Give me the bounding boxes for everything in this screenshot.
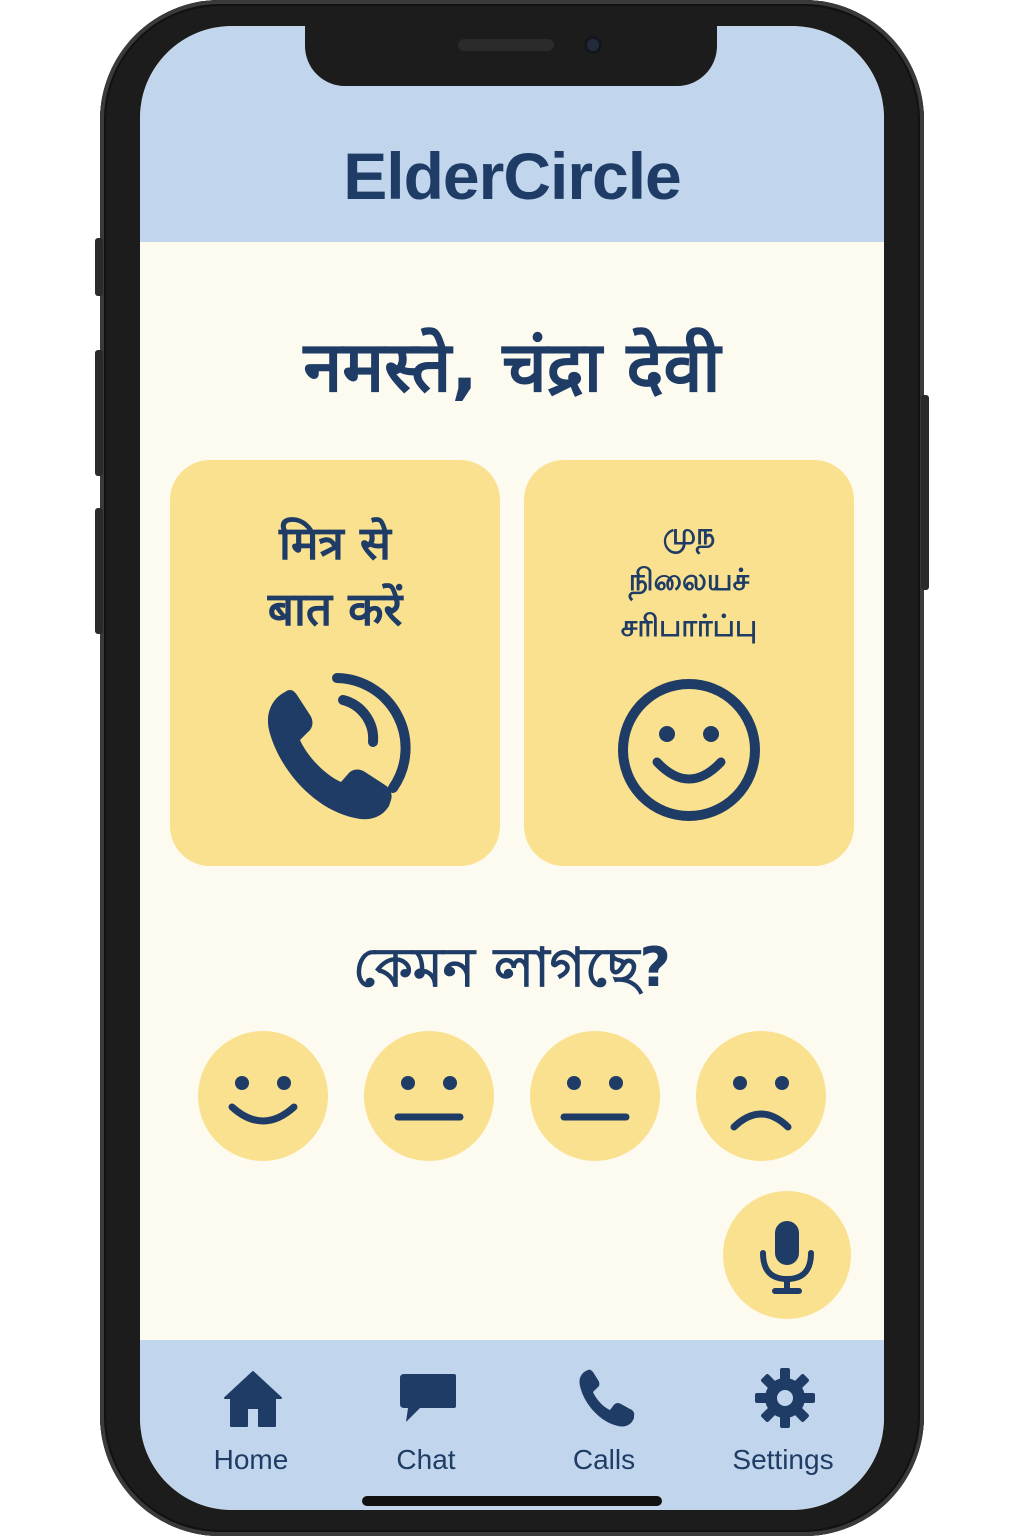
front-camera (584, 36, 602, 54)
phone-ringing-icon (267, 673, 411, 820)
greeting-text: नमस्ते, चंद्रा देवी (303, 326, 721, 408)
speaker-grille (458, 39, 554, 51)
gear-icon (755, 1368, 815, 1428)
phone-power-button (921, 395, 929, 590)
sad-face-icon (730, 1076, 792, 1131)
home-icon (224, 1371, 282, 1427)
app-title: ElderCircle (343, 139, 682, 213)
nav-settings[interactable]: Settings (708, 1366, 858, 1486)
nav-calls[interactable]: Calls (529, 1366, 679, 1486)
nav-home[interactable]: Home (176, 1366, 326, 1486)
nav-label: Home (213, 1444, 289, 1475)
card-label: मित्र से बात करें (180, 510, 490, 642)
card-label-line: சரிபார்ப்பு (620, 609, 758, 644)
nav-label: Chat (396, 1444, 456, 1475)
talk-to-friend-card[interactable]: मित्र से बात करें (170, 460, 500, 866)
nav-label: Calls (572, 1444, 636, 1475)
bottom-navigation: Home Chat Calls Settings (140, 1340, 884, 1510)
mood-question: কেমন লাগছে? (353, 936, 671, 999)
voice-input-button[interactable] (723, 1191, 851, 1319)
nav-label: Settings (732, 1444, 834, 1475)
phone-volume-down-button (95, 508, 103, 634)
microphone-icon (760, 1221, 814, 1294)
mood-neutral-button[interactable] (530, 1031, 660, 1161)
chat-icon (400, 1374, 456, 1422)
mood-sad-button[interactable] (696, 1031, 826, 1161)
home-indicator (362, 1496, 662, 1506)
smiley-icon (618, 679, 760, 821)
card-label: முந நிலையச் சரிபார்ப்பு (534, 512, 844, 650)
status-check-card[interactable]: முந நிலையச் சரிபார்ப்பு (524, 460, 854, 866)
nav-chat[interactable]: Chat (351, 1366, 501, 1486)
phone-side-button (95, 238, 103, 296)
neutral-face-icon (394, 1076, 464, 1121)
happy-face-icon (228, 1076, 298, 1125)
neutral-face-icon (560, 1076, 630, 1121)
card-label-line: बात करें (267, 582, 403, 636)
phone-icon (579, 1369, 635, 1427)
mood-neutral-button[interactable] (364, 1031, 494, 1161)
card-label-line: मित्र से (279, 516, 391, 570)
card-label-line: நிலையச் (628, 563, 750, 598)
screen: ElderCircle नमस्ते, चंद्रा देवी मित्र से… (140, 26, 884, 1510)
card-label-line: முந (662, 517, 716, 552)
mood-happy-button[interactable] (198, 1031, 328, 1161)
phone-volume-up-button (95, 350, 103, 476)
notch (305, 26, 717, 86)
